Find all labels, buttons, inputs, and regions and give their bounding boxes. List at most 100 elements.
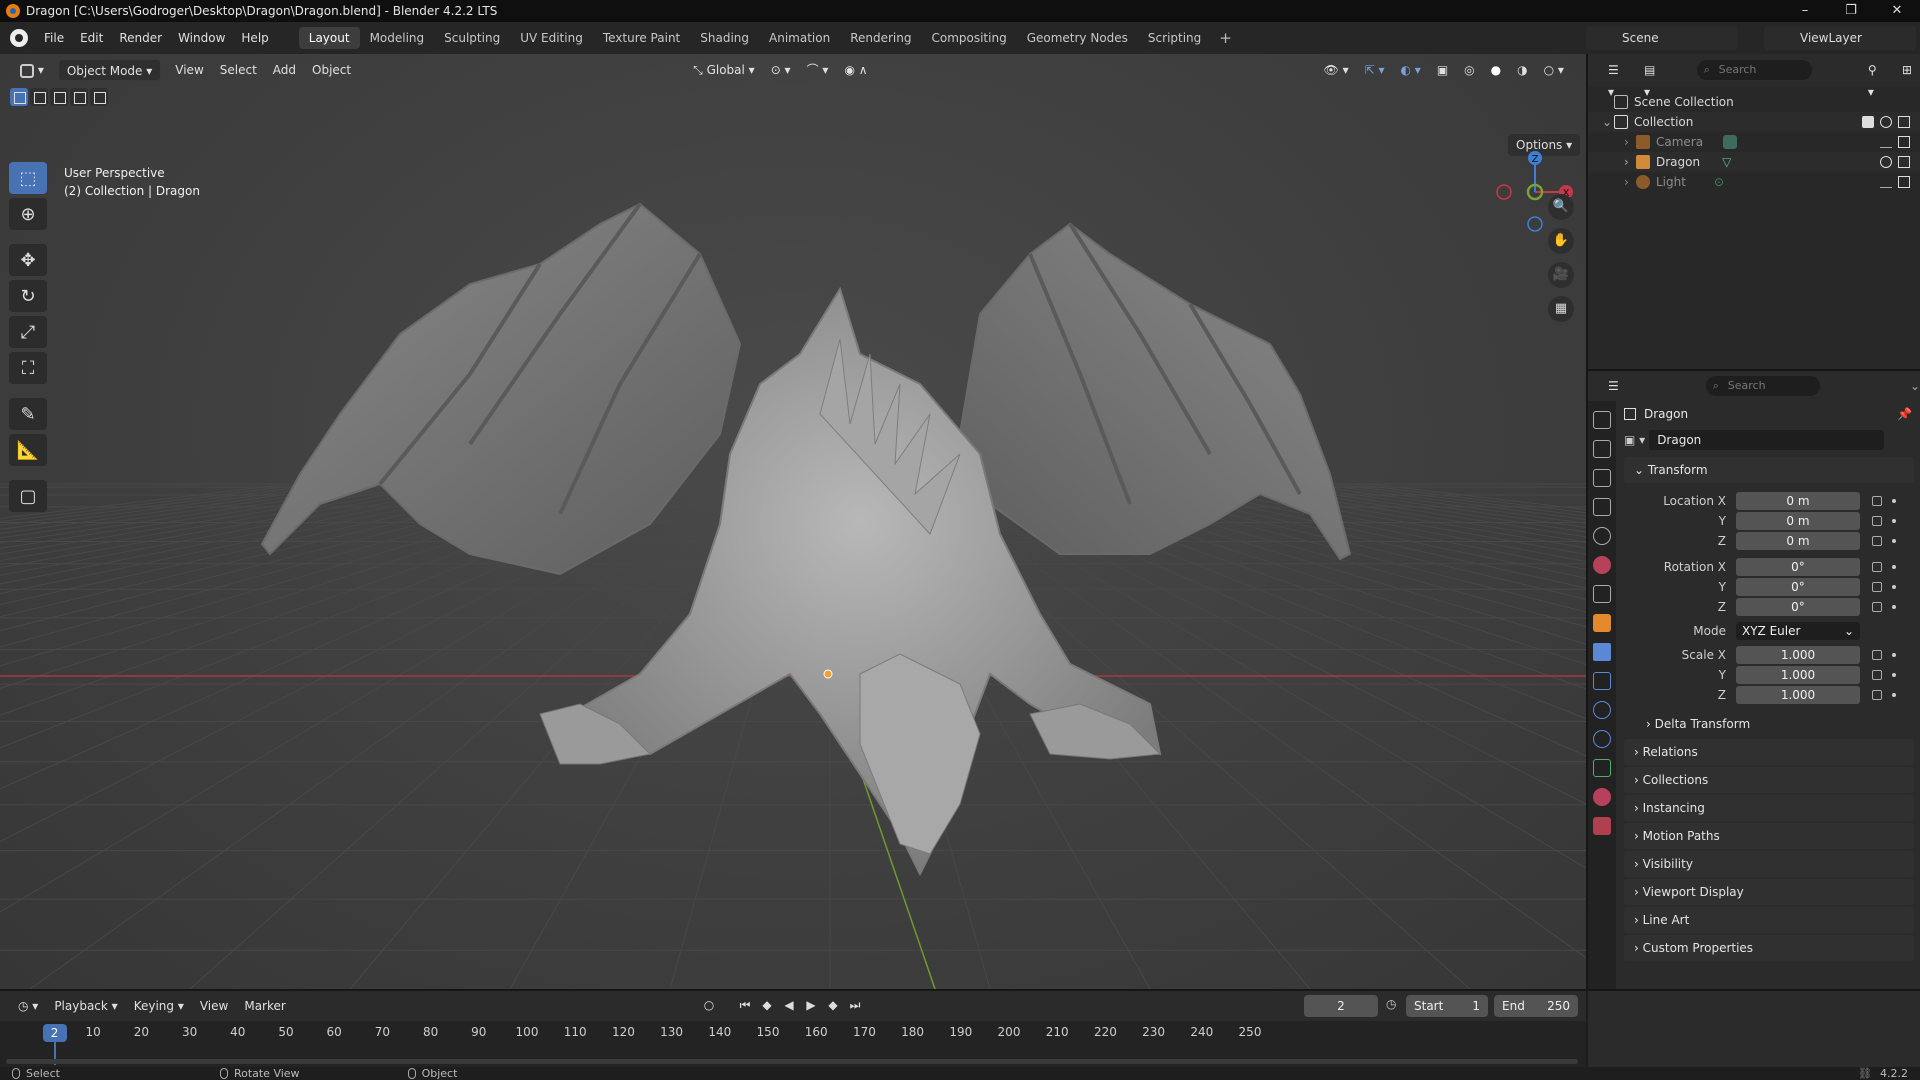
outliner-row-light[interactable]: › Light ⊙ <box>1588 172 1920 192</box>
new-collection-icon[interactable]: ⊞ <box>1894 59 1920 81</box>
tab-scripting[interactable]: Scripting <box>1138 27 1211 49</box>
outliner-row-dragon[interactable]: › Dragon ▽ <box>1588 152 1920 172</box>
tab-layout[interactable]: Layout <box>298 27 360 49</box>
object-tab-icon[interactable] <box>1593 614 1611 632</box>
lock-icon[interactable] <box>1872 562 1882 572</box>
keyframe-dot-icon[interactable] <box>1892 539 1896 543</box>
motion-paths-panel-header[interactable]: › Motion Paths <box>1624 823 1914 849</box>
menu-file[interactable]: File <box>36 27 72 49</box>
outliner-row-scene-collection[interactable]: Scene Collection <box>1588 92 1920 112</box>
camera-render-icon[interactable] <box>1898 176 1910 188</box>
preview-range-icon[interactable]: ◷ <box>1386 997 1396 1011</box>
material-tab-icon[interactable] <box>1593 788 1611 806</box>
move-tool-icon[interactable]: ✥ <box>9 244 47 276</box>
shading-material-button[interactable]: ◑ <box>1509 59 1535 81</box>
cursor-tool-icon[interactable]: ⊕ <box>9 198 47 230</box>
xray-toggle[interactable]: ▣ <box>1429 59 1456 81</box>
measure-tool-icon[interactable]: 📐 <box>9 434 47 466</box>
close-button[interactable]: ✕ <box>1874 0 1920 22</box>
tab-rendering[interactable]: Rendering <box>840 27 921 49</box>
scene-tab-icon[interactable] <box>1593 527 1611 545</box>
collection-tab-icon[interactable] <box>1593 585 1611 603</box>
end-frame-field[interactable]: End 250 <box>1494 995 1578 1017</box>
auto-keying-icon[interactable]: ○ <box>700 995 718 1015</box>
rotation-y-field[interactable]: 0° <box>1736 578 1860 596</box>
keyframe-dot-icon[interactable] <box>1892 499 1896 503</box>
zoom-icon[interactable]: 🔍 <box>1548 194 1574 220</box>
relations-panel-header[interactable]: › Relations <box>1624 739 1914 765</box>
timeline-view-menu[interactable]: View <box>192 995 236 1017</box>
rotation-z-field[interactable]: 0° <box>1736 598 1860 616</box>
display-mode-dropdown[interactable]: ▤ ▾ <box>1636 59 1673 99</box>
transform-orientation-dropdown[interactable]: ⤡ Global ▾ <box>685 59 763 81</box>
physics-tab-icon[interactable] <box>1593 701 1611 719</box>
overlays-toggle[interactable]: ◐ ▾ <box>1393 59 1429 81</box>
select-subtract-icon[interactable] <box>50 88 68 106</box>
minimize-button[interactable]: – <box>1782 0 1828 22</box>
tab-modeling[interactable]: Modeling <box>360 27 435 49</box>
lock-icon[interactable] <box>1872 582 1882 592</box>
pan-hand-icon[interactable]: ✋ <box>1548 228 1574 254</box>
viewport-menu-select[interactable]: Select <box>212 59 265 81</box>
keyframe-dot-icon[interactable] <box>1892 565 1896 569</box>
custom-properties-panel-header[interactable]: › Custom Properties <box>1624 935 1914 961</box>
timeline-editor-type-button[interactable]: ◷ ▾ <box>10 995 46 1017</box>
location-z-field[interactable]: 0 m <box>1736 532 1860 550</box>
eye-hidden-icon[interactable] <box>1880 176 1892 188</box>
snap-toggle[interactable]: ⌒ ▾ <box>799 59 837 81</box>
viewport-menu-view[interactable]: View <box>167 59 211 81</box>
visibility-dropdown[interactable]: 👁 ▾ <box>1316 59 1357 81</box>
keying-menu[interactable]: Keying ▾ <box>126 995 192 1017</box>
viewport-display-panel-header[interactable]: › Viewport Display <box>1624 879 1914 905</box>
scale-x-field[interactable]: 1.000 <box>1736 646 1860 664</box>
keyframe-dot-icon[interactable] <box>1892 693 1896 697</box>
lock-icon[interactable] <box>1872 602 1882 612</box>
location-x-field[interactable]: 0 m <box>1736 492 1860 510</box>
shading-solid-button[interactable]: ● <box>1483 59 1509 81</box>
lock-icon[interactable] <box>1872 670 1882 680</box>
expand-arrow-icon[interactable]: ⌄ <box>1602 115 1614 129</box>
menu-render[interactable]: Render <box>111 27 170 49</box>
texture-tab-icon[interactable] <box>1593 817 1611 835</box>
transform-panel-header[interactable]: ⌄ Transform <box>1624 457 1914 483</box>
lock-icon[interactable] <box>1872 516 1882 526</box>
editor-type-button[interactable]: ▾ <box>12 59 52 81</box>
lock-icon[interactable] <box>1872 496 1882 506</box>
select-invert-icon[interactable] <box>70 88 88 106</box>
rotation-x-field[interactable]: 0° <box>1736 558 1860 576</box>
select-new-icon[interactable] <box>10 88 28 106</box>
proportional-edit-toggle[interactable]: ◉ ∧ <box>836 59 875 81</box>
render-tab-icon[interactable] <box>1593 440 1611 458</box>
shading-rendered-button[interactable]: ○ ▾ <box>1536 59 1572 81</box>
menu-edit[interactable]: Edit <box>72 27 111 49</box>
keyframe-dot-icon[interactable] <box>1892 585 1896 589</box>
dragon-model[interactable] <box>0 54 1586 989</box>
jump-to-keyframe-prev-icon[interactable]: ◆ <box>758 995 776 1015</box>
keyframe-dot-icon[interactable] <box>1892 673 1896 677</box>
outliner-editor-type-button[interactable]: ☰ ▾ <box>1600 59 1636 99</box>
select-extend-icon[interactable] <box>30 88 48 106</box>
add-workspace-button[interactable]: + <box>1211 27 1240 49</box>
properties-editor-type-button[interactable]: ☰ ▾ <box>1600 375 1636 415</box>
instancing-panel-header[interactable]: › Instancing <box>1624 795 1914 821</box>
output-tab-icon[interactable] <box>1593 469 1611 487</box>
tab-sculpting[interactable]: Sculpting <box>434 27 510 49</box>
shading-wireframe-button[interactable]: ◎ <box>1456 59 1482 81</box>
jump-to-end-icon[interactable]: ⏭ <box>846 995 864 1015</box>
modifier-tab-icon[interactable] <box>1593 643 1611 661</box>
tab-compositing[interactable]: Compositing <box>921 27 1016 49</box>
frame-ruler[interactable]: 10 20 30 40 50 60 70 80 90 100 110 120 130 140 150 160 1… <box>0 1021 1586 1067</box>
eye-hidden-icon[interactable] <box>1880 136 1892 148</box>
playback-menu[interactable]: Playback ▾ <box>46 995 125 1017</box>
menu-help[interactable]: Help <box>233 27 276 49</box>
maximize-button[interactable]: ❐ <box>1828 0 1874 22</box>
object-name-field[interactable]: Dragon <box>1649 430 1885 450</box>
viewport-menu-object[interactable]: Object <box>304 59 359 81</box>
camera-render-icon[interactable] <box>1898 136 1910 148</box>
scene-selector[interactable]: Scene <box>1586 26 1738 50</box>
expand-arrow-icon[interactable]: › <box>1624 155 1636 169</box>
scale-tool-icon[interactable]: ⤢ <box>9 316 47 348</box>
lock-icon[interactable] <box>1872 536 1882 546</box>
gizmo-toggle[interactable]: ⇱ ▾ <box>1357 59 1393 81</box>
location-y-field[interactable]: 0 m <box>1736 512 1860 530</box>
